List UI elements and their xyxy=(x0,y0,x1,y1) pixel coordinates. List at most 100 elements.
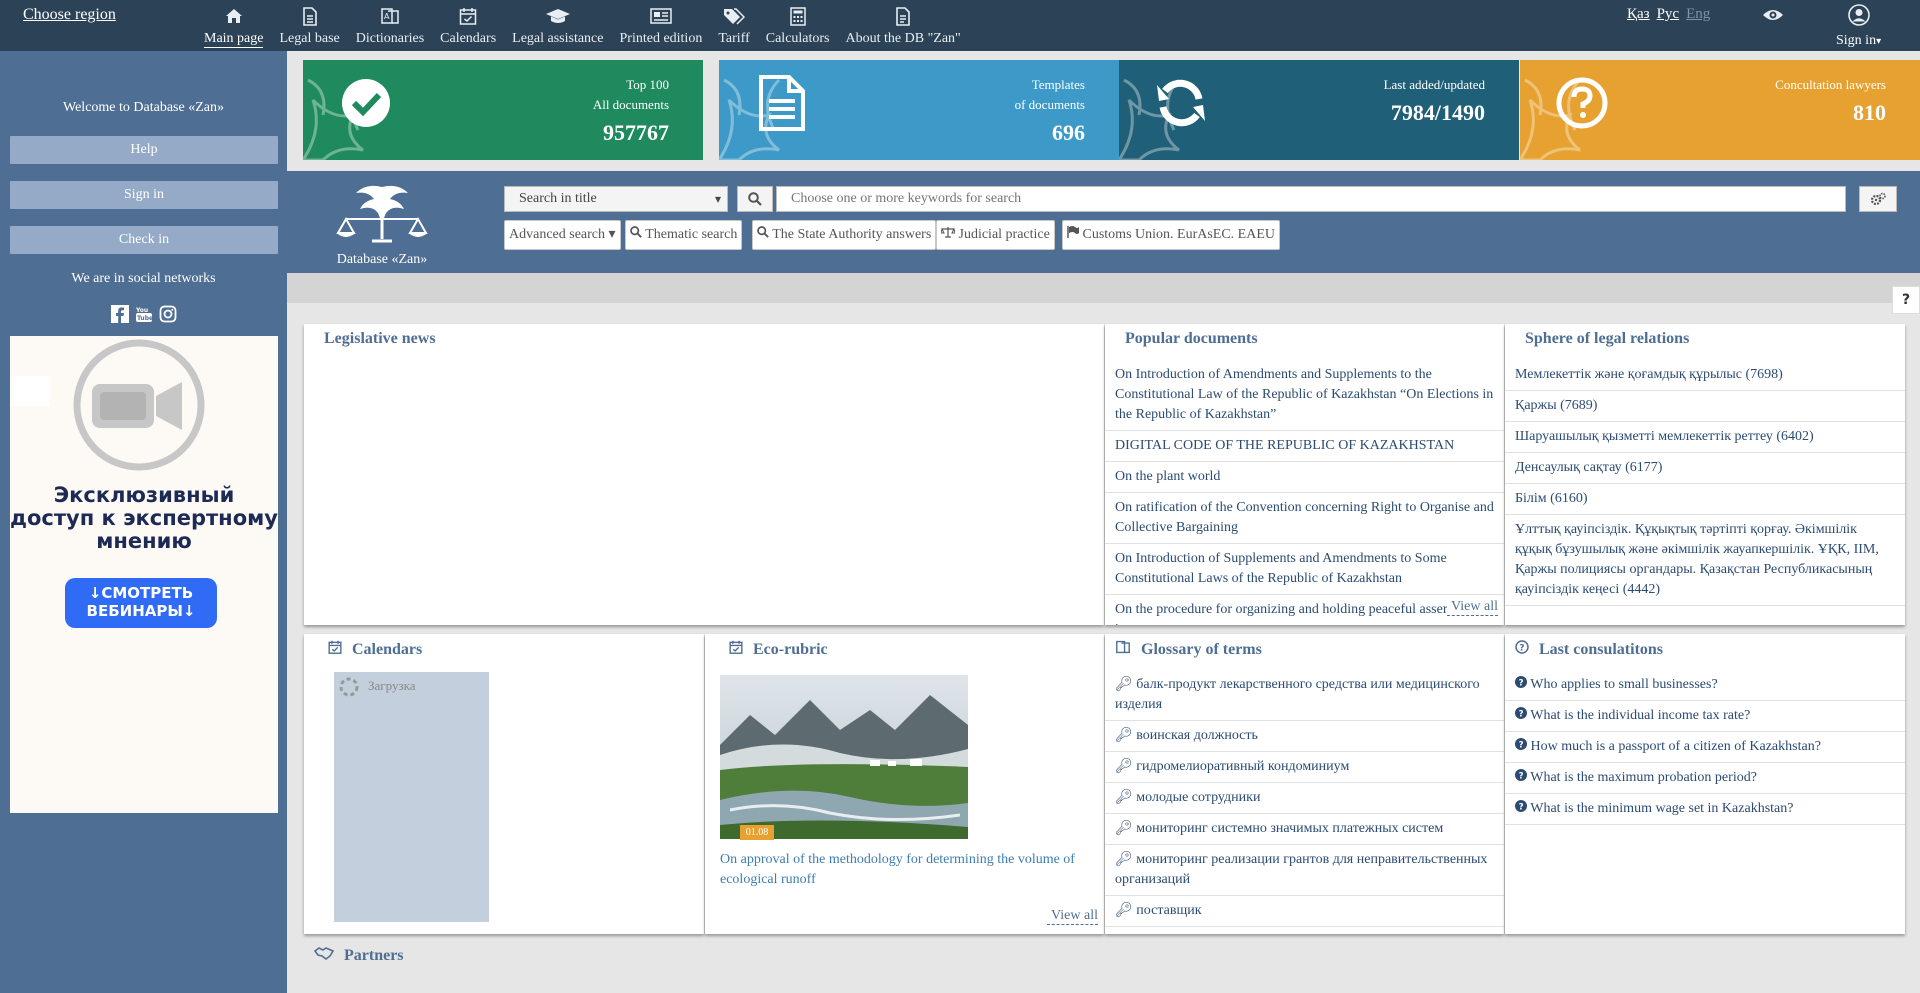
youtube-icon[interactable]: You Tube xyxy=(135,305,153,328)
help-question-button[interactable]: ? xyxy=(1892,286,1920,314)
nav-calendars[interactable]: Calendars xyxy=(432,4,504,48)
glossary-term: воинская должность xyxy=(1136,728,1258,743)
panel-title: ? Last consulatitons xyxy=(1515,640,1663,659)
nav-legal-assistance[interactable]: Legal assistance xyxy=(504,4,611,48)
consultation-item[interactable]: ? Who applies to small businesses? xyxy=(1505,670,1905,701)
glossary-item[interactable]: 🔑︎ воинская должность xyxy=(1105,721,1504,752)
svg-text:?: ? xyxy=(1519,644,1524,654)
list-item[interactable]: On the plant world xyxy=(1105,462,1504,493)
glossary-item[interactable]: 🔑︎ поставщик xyxy=(1105,896,1504,927)
list-item[interactable]: Шаруашылық қызметті мемлекеттік реттеу (… xyxy=(1505,422,1905,453)
sphere-list: Мемлекеттік және қоғамдық құрылыс (7698)… xyxy=(1505,360,1905,606)
list-item[interactable]: Мемлекеттік және қоғамдық құрылыс (7698) xyxy=(1505,360,1905,391)
eco-rubric-panel: Eco-rubric 01.08 On approval of the meth… xyxy=(705,634,1104,934)
search-settings-button[interactable] xyxy=(1859,186,1897,212)
search-button[interactable] xyxy=(737,186,773,212)
webinar-ad-banner[interactable]: Эксклюзивный доступ к экспертному мнению… xyxy=(10,336,278,813)
consultation-lawyers-tile[interactable]: Concultation lawyers 810 xyxy=(1520,60,1920,160)
thematic-search-button[interactable]: Thematic search xyxy=(625,220,743,250)
calendar-widget[interactable]: Загрузка xyxy=(334,672,489,922)
last-consultations-panel: ? Last consulatitons ? Who applies to sm… xyxy=(1505,634,1905,934)
chip-label: The State Authority answers xyxy=(772,227,932,242)
social-networks-text: We are in social networks xyxy=(71,271,216,286)
list-item[interactable]: DIGITAL CODE OF THE REPUBLIC OF KAZAKHST… xyxy=(1105,431,1504,462)
loading-text: Загрузка xyxy=(368,678,416,693)
handshake-icon xyxy=(313,946,335,965)
help-button[interactable]: Help xyxy=(10,136,278,164)
tile-label: of documents xyxy=(1014,97,1085,112)
glossary-term: мониторинг системно значимых платежных с… xyxy=(1136,821,1444,836)
nav-dictionaries[interactable]: A Dictionaries xyxy=(348,4,432,48)
watch-webinars-button[interactable]: ↓СМОТРЕТЬ ВЕБИНАРЫ↓ xyxy=(65,578,217,628)
state-authority-answers-button[interactable]: The State Authority answers xyxy=(752,220,937,250)
list-item[interactable]: Ұлттық қауіпсіздік. Құқықтық тәртіпті қо… xyxy=(1505,515,1905,606)
list-item[interactable]: On Introduction of Supplements and Amend… xyxy=(1105,544,1504,595)
sign-in-button[interactable]: Sign in xyxy=(10,181,278,209)
instagram-icon[interactable] xyxy=(159,305,177,328)
panel-title: Sphere of legal relations xyxy=(1525,330,1690,347)
search-icon xyxy=(630,226,642,242)
view-all-link[interactable]: View all xyxy=(1047,908,1098,925)
nav-main-page[interactable]: Main page xyxy=(196,4,271,48)
glossary-item[interactable]: 🔑︎ мониторинг реализации грантов для неп… xyxy=(1105,845,1504,896)
judicial-practice-button[interactable]: Judicial practice xyxy=(936,220,1055,250)
list-item[interactable]: Денсаулық сақтау (6177) xyxy=(1505,453,1905,484)
templates-tile[interactable]: Templates of documents 696 xyxy=(719,60,1119,160)
consultation-item[interactable]: ? How much is a passport of a citizen of… xyxy=(1505,732,1905,763)
panel-title: Glossary of terms xyxy=(1115,640,1262,659)
visually-impaired-eye-icon[interactable] xyxy=(1762,8,1784,27)
glossary-term: поставщик xyxy=(1136,903,1202,918)
consultation-text: What is the maximum probation period? xyxy=(1530,770,1757,785)
nav-tariff[interactable]: Tariff xyxy=(710,4,757,48)
advanced-search-button[interactable]: Advanced search ▾ xyxy=(504,220,621,250)
consultation-item[interactable]: ? What is the individual income tax rate… xyxy=(1505,701,1905,732)
video-camera-icon xyxy=(73,339,205,471)
caret-down-icon: ▾ xyxy=(1876,36,1882,47)
list-item[interactable]: On the procedure for organizing and hold… xyxy=(1105,595,1504,625)
panel-title-text: Last consulatitons xyxy=(1539,640,1664,658)
question-circle-icon: ? xyxy=(1515,800,1527,816)
choose-region-link[interactable]: Choose region xyxy=(23,6,116,24)
search-band: Database «Zan» Search in title Advanced … xyxy=(287,171,1920,273)
eco-landscape-image[interactable] xyxy=(720,675,968,839)
top-sign-in[interactable]: Sign in▾ xyxy=(1836,4,1881,49)
customs-union-button[interactable]: Customs Union. EurAsEC. EAEU xyxy=(1062,220,1280,250)
check-in-button[interactable]: Check in xyxy=(10,226,278,254)
consultation-item[interactable]: ? What is the minimum wage set in Kazakh… xyxy=(1505,794,1905,825)
eco-article-link[interactable]: On approval of the methodology for deter… xyxy=(720,850,1090,890)
glossary-item[interactable]: 🔑︎ балк-продукт лекарственного средства … xyxy=(1105,670,1504,721)
list-item[interactable]: On Introduction of Amendments and Supple… xyxy=(1105,360,1504,431)
zan-logo[interactable]: Database «Zan» xyxy=(327,183,437,268)
document-icon xyxy=(302,4,318,28)
view-all-link[interactable]: View all xyxy=(1447,599,1498,616)
consultation-item[interactable]: ? What is the maximum probation period? xyxy=(1505,763,1905,794)
consultations-list: ? Who applies to small businesses? ? Wha… xyxy=(1505,670,1905,825)
lang-eng[interactable]: Eng xyxy=(1686,6,1710,23)
top100-tile[interactable]: Top 100 All documents 957767 xyxy=(303,60,703,160)
panel-title: Legislative news xyxy=(324,330,436,347)
partners-title: Partners xyxy=(344,946,404,964)
legislative-news-panel: Legislative news xyxy=(304,324,1104,625)
lang-rus[interactable]: Рус xyxy=(1657,6,1680,23)
list-item[interactable]: Білім (6160) xyxy=(1505,484,1905,515)
nav-printed-edition[interactable]: Printed edition xyxy=(612,4,711,48)
key-icon: 🔑︎ xyxy=(1115,903,1133,918)
last-added-tile[interactable]: Last added/updated 7984/1490 xyxy=(1119,60,1519,160)
lang-kaz[interactable]: Қаз xyxy=(1627,6,1650,23)
partners-section: Partners xyxy=(313,946,404,965)
list-item[interactable]: On ratification of the Convention concer… xyxy=(1105,493,1504,544)
nav-calculators[interactable]: Calculators xyxy=(758,4,838,48)
sphere-legal-relations-panel: Sphere of legal relations Мемлекеттік жә… xyxy=(1505,324,1905,625)
glossary-item[interactable]: 🔑︎ мониторинг системно значимых платежны… xyxy=(1105,814,1504,845)
glossary-item[interactable]: 🔑︎ гидромелиоративный кондоминиум xyxy=(1105,752,1504,783)
glossary-item[interactable]: 🔑︎ молодые сотрудники xyxy=(1105,783,1504,814)
nav-legal-base[interactable]: Legal base xyxy=(271,4,347,48)
list-item[interactable]: Қаржы (7689) xyxy=(1505,391,1905,422)
spinner-icon xyxy=(338,676,360,703)
key-icon: 🔑︎ xyxy=(1115,728,1133,743)
nav-about-db[interactable]: About the DB "Zan" xyxy=(838,4,969,48)
search-input[interactable] xyxy=(776,186,1846,212)
chip-label: Advanced search xyxy=(509,227,606,242)
search-scope-select[interactable]: Search in title xyxy=(504,186,728,212)
facebook-icon[interactable] xyxy=(110,305,129,328)
